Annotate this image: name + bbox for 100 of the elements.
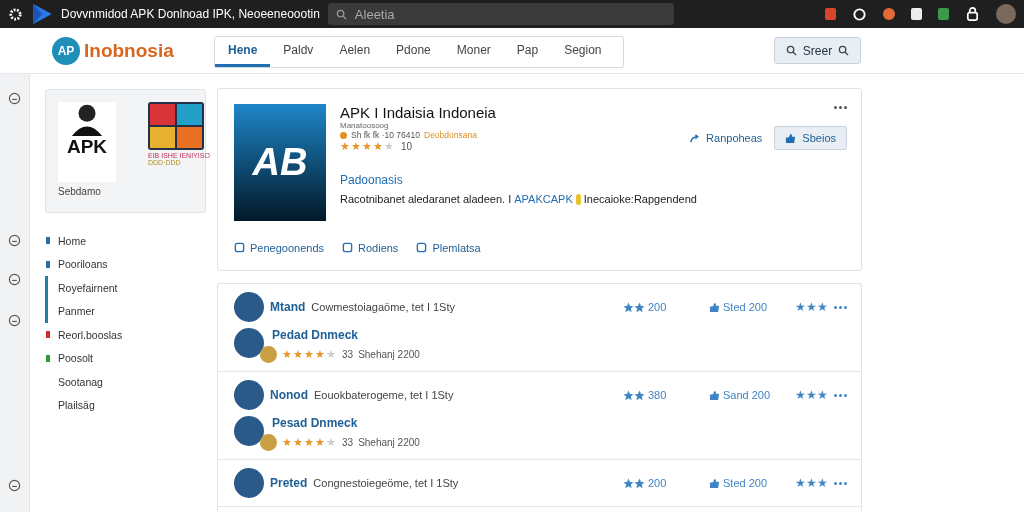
sidebar-item[interactable]: Pooriloans <box>45 252 206 276</box>
sidebar-label: Home <box>58 234 86 247</box>
play-logo-icon <box>31 3 53 25</box>
sidebar-item[interactable]: Home <box>45 229 206 253</box>
star-rating: ★★★★★ <box>340 140 395 153</box>
sidebar-item[interactable]: Plailsäg <box>45 393 206 417</box>
app-meta: Sh fk fk ·10 76410 <box>351 130 420 140</box>
stat-text: Sted 200 <box>709 477 789 489</box>
star-rating: ★★★ <box>795 476 828 490</box>
more-icon[interactable] <box>834 304 847 310</box>
action-icon <box>416 242 428 254</box>
nav-tab[interactable]: Hene <box>215 36 271 67</box>
sidebar-label: Pooriloans <box>58 258 108 271</box>
review-date: Shehanj 2200 <box>358 349 420 360</box>
review-date: Shehanj 2200 <box>358 437 420 448</box>
avatar-silhouette <box>234 292 264 322</box>
share-link[interactable]: Ranpoheas <box>689 132 763 144</box>
stars-icon <box>623 389 645 401</box>
search-icon <box>335 8 347 20</box>
sidebar-label: Panmer <box>58 305 95 318</box>
logo-text: Inobnosia <box>84 39 174 62</box>
avatar-silhouette <box>234 380 264 410</box>
share-icon <box>689 132 701 144</box>
stat-text: Sand 200 <box>709 389 789 401</box>
stat-text: Sted 200 <box>709 301 789 313</box>
rating-count: 33 <box>342 349 354 360</box>
sidebar-item[interactable]: Reorl.booslas <box>45 323 206 347</box>
more-icon[interactable] <box>834 104 847 110</box>
review-text: Cowmestoiagaöme, tet I 1Sty <box>311 301 456 313</box>
reviewer-name[interactable]: Mtand <box>270 300 306 314</box>
nav-icon[interactable] <box>8 92 21 105</box>
stars-icon <box>623 477 645 489</box>
likes-count: 200 <box>623 301 703 313</box>
sidebar-item[interactable]: Panmer <box>45 299 206 323</box>
action-link[interactable]: Penegoonends <box>234 237 324 258</box>
lock-icon[interactable] <box>965 6 980 22</box>
rating-count: 33 <box>342 437 354 448</box>
sidebar-label: Royefairnent <box>58 281 118 294</box>
avatar-silhouette <box>234 468 264 498</box>
nav-tab[interactable]: Pdone <box>383 36 444 67</box>
review-text: Congnestoiegeöme, tet I 1Sty <box>313 477 460 489</box>
reviewer-name[interactable]: Nonod <box>270 388 308 402</box>
sidebar-item[interactable]: Poosolt <box>45 346 206 370</box>
apk-link[interactable]: APAKCAPK <box>514 193 573 205</box>
more-icon[interactable] <box>834 480 847 486</box>
app-subtitle: Manatoosoog <box>340 121 390 130</box>
search-icon <box>785 45 797 56</box>
description-text: Racotnibanet aledaranet aladeen. I <box>340 193 512 205</box>
star-rating: ★★★★★ <box>282 348 337 361</box>
address-text: Aleetia <box>354 6 395 22</box>
nav-tab[interactable]: Segion <box>551 36 615 67</box>
nav-icon[interactable] <box>8 273 21 286</box>
avatar-silhouette[interactable] <box>996 4 1016 24</box>
stars-icon <box>623 301 645 313</box>
circle-icon[interactable] <box>852 6 867 22</box>
more-icon[interactable] <box>834 392 847 398</box>
promo-caption: Sebdamo <box>58 185 102 199</box>
likes-count: 200 <box>623 477 703 489</box>
reply-name[interactable]: Pedad Dnmeck <box>272 328 420 342</box>
likes-count: 380 <box>623 389 703 401</box>
nav-icon[interactable] <box>8 479 21 492</box>
description-text: Inecaioke:Rapgendend <box>583 193 697 205</box>
game-tiles-drawing <box>148 102 204 150</box>
search-icon <box>838 45 850 56</box>
nav-tab[interactable]: Paldv <box>270 36 327 67</box>
reply-name[interactable]: Pesad Dnmeck <box>272 416 420 430</box>
nav-tab[interactable]: Pap <box>503 36 552 67</box>
reviewer-name[interactable]: Preted <box>270 476 308 490</box>
app-icon: AB <box>234 104 326 221</box>
sidebar-item[interactable]: Sootanag <box>45 370 206 394</box>
rating-count: 10 <box>401 141 413 152</box>
sidebar-label: Poosolt <box>58 352 94 365</box>
window-title: Dovvnmidod APK Donlnoad IPK, Neoeeneoootin <box>61 6 320 22</box>
nav-tab[interactable]: Aelen <box>326 36 384 67</box>
sidebar-label: Reorl.booslas <box>58 328 123 341</box>
gear-icon[interactable] <box>8 6 23 22</box>
nav-icon[interactable] <box>8 234 21 247</box>
thumbs-up-icon <box>709 477 720 489</box>
sidebar-label: Sootanag <box>58 375 103 388</box>
star-rating: ★★★ <box>795 388 828 402</box>
action-icon <box>234 242 245 254</box>
address-bar[interactable]: Aleetia <box>327 3 674 25</box>
thumbs-up-icon <box>785 132 797 144</box>
star-rating: ★★★★★ <box>282 436 337 449</box>
action-link[interactable]: Plemlatsa <box>416 237 481 258</box>
action-link[interactable]: Rodiens <box>342 237 399 258</box>
search-button[interactable]: Sreer <box>774 37 861 64</box>
logo-mark: AP <box>52 36 80 65</box>
review-text: Eouokbaterogeme, tet I 1Sty <box>314 389 455 401</box>
sidebar-item[interactable]: Royefairnent <box>45 276 206 300</box>
star-rating: ★★★ <box>795 300 828 314</box>
nav-tab[interactable]: Moner <box>443 36 504 67</box>
sidebar-label: Plailsäg <box>58 399 95 412</box>
apk-label: APK <box>66 136 108 158</box>
nav-icon[interactable] <box>8 314 21 327</box>
action-icon <box>342 242 353 254</box>
app-title: APK I Indaisia Indoneia <box>340 104 496 121</box>
thumbs-up-icon <box>709 301 720 313</box>
section-title: Padoonasis <box>340 173 404 187</box>
like-button[interactable]: Sbeios <box>774 126 847 150</box>
